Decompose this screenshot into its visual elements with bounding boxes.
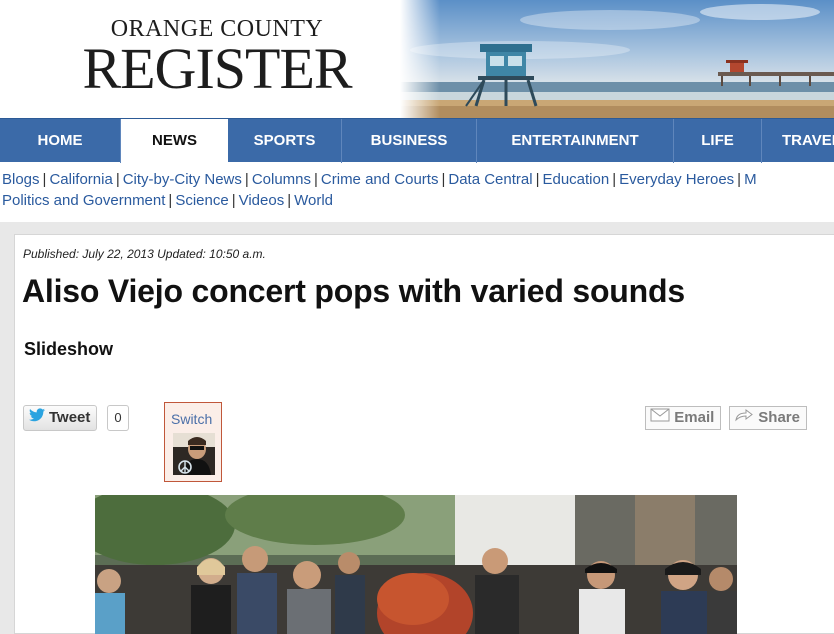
subnav-link-videos[interactable]: Videos — [239, 192, 285, 209]
subnav-link-politics[interactable]: Politics and Government — [2, 192, 165, 209]
subnav-link-education[interactable]: Education — [542, 171, 609, 188]
nav-item-news[interactable]: NEWS — [121, 119, 228, 163]
publish-info: Published: July 22, 2013 Updated: 10:50 … — [23, 247, 266, 261]
logo-bottom-text: REGISTER — [82, 36, 352, 101]
tweet-label: Tweet — [49, 409, 91, 426]
slideshow-photo[interactable] — [95, 495, 737, 634]
subnav-link-everyday-heroes[interactable]: Everyday Heroes — [619, 171, 734, 188]
share-arrow-icon — [734, 407, 754, 429]
switch-label: Switch — [171, 411, 213, 427]
tweet-button[interactable]: Tweet — [23, 405, 98, 431]
article-card: Published: July 22, 2013 Updated: 10:50 … — [14, 234, 834, 634]
nav-item-business[interactable]: BUSINESS — [342, 119, 477, 163]
beach-banner-image — [400, 0, 834, 118]
subnav-link-city-by-city[interactable]: City-by-City News — [123, 171, 242, 188]
article-headline: Aliso Viejo concert pops with varied sou… — [22, 273, 685, 309]
subnav-link-california[interactable]: California — [49, 171, 112, 188]
section-subnav: Blogs | California | City-by-City News | Colum… — [2, 169, 834, 211]
subnav-link-data-central[interactable]: Data Central — [448, 171, 532, 188]
nav-item-home[interactable]: HOME — [0, 119, 121, 163]
main-nav: HOME NEWS SPORTS BUSINESS ENTERTAINMENT … — [0, 118, 834, 163]
subnav-link-science[interactable]: Science — [175, 192, 228, 209]
nav-item-life[interactable]: LIFE — [674, 119, 762, 163]
nav-item-travel[interactable]: TRAVEL — [762, 119, 834, 163]
nav-item-sports[interactable]: SPORTS — [228, 119, 342, 163]
share-button[interactable]: Share — [729, 406, 807, 430]
updated-time: 10:50 a.m. — [209, 247, 266, 261]
published-label: Published: — [23, 247, 80, 261]
envelope-icon — [650, 407, 670, 429]
subnav-link-truncated[interactable]: M — [744, 171, 757, 188]
switch-user-widget[interactable]: Switch — [164, 402, 222, 482]
content-area: Published: July 22, 2013 Updated: 10:50 … — [0, 222, 834, 634]
user-avatar — [173, 433, 215, 475]
subnav-row-2: Politics and Government | Science | Videos | W… — [2, 192, 334, 209]
email-button[interactable]: Email — [645, 406, 722, 430]
subnav-link-blogs[interactable]: Blogs — [2, 171, 40, 188]
email-label: Email — [674, 409, 715, 426]
site-logo[interactable]: ORANGE COUNTY REGISTER — [52, 16, 382, 101]
slideshow-heading: Slideshow — [24, 339, 114, 359]
share-toolbar: Email Share — [645, 406, 807, 430]
twitter-bird-icon — [28, 406, 46, 430]
share-label: Share — [758, 409, 800, 426]
nav-item-entertainment[interactable]: ENTERTAINMENT — [477, 119, 674, 163]
subnav-link-world[interactable]: World — [294, 192, 333, 209]
updated-label: Updated: — [157, 247, 206, 261]
tweet-count[interactable]: 0 — [107, 405, 129, 431]
subnav-row-1: Blogs | California | City-by-City News | Colum… — [2, 171, 757, 188]
published-date: July 22, 2013 — [82, 247, 154, 261]
subnav-link-crime[interactable]: Crime and Courts — [321, 171, 439, 188]
subnav-link-columns[interactable]: Columns — [252, 171, 311, 188]
masthead: ORANGE COUNTY REGISTER — [0, 0, 834, 118]
